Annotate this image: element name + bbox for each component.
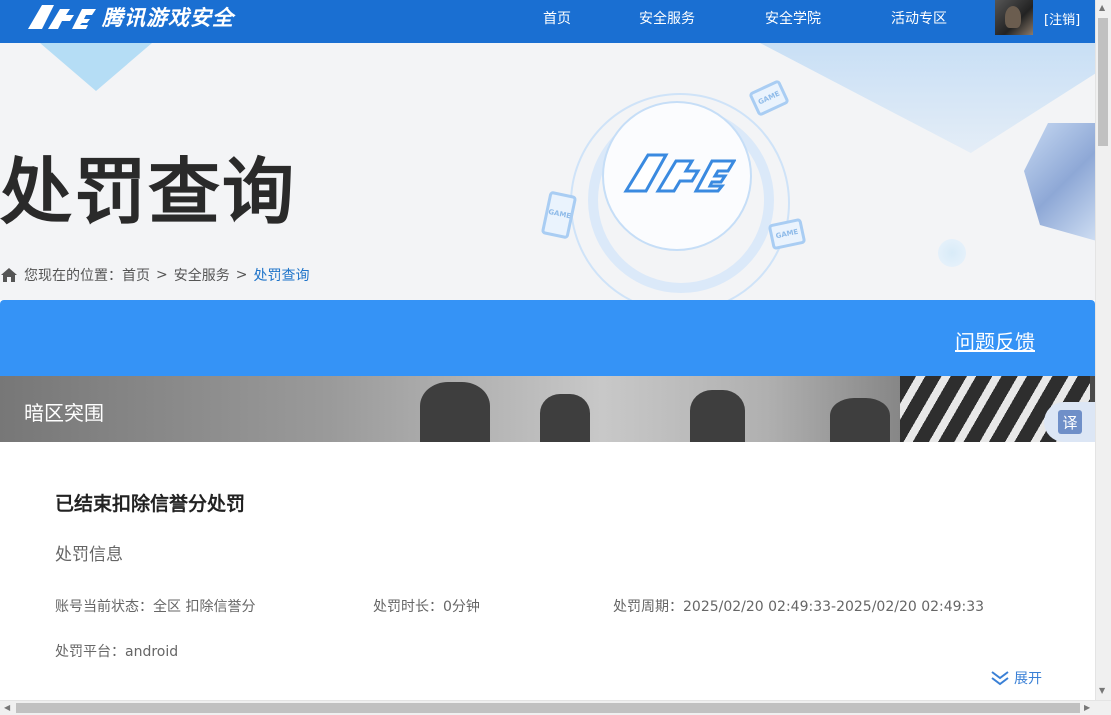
- scroll-right-arrow-icon[interactable]: ▶: [1084, 703, 1090, 712]
- breadcrumb-security-service[interactable]: 安全服务: [174, 265, 230, 285]
- field-value: 0分钟: [443, 599, 480, 615]
- banner-figure: [540, 394, 590, 442]
- field-period: 处罚周期：2025/02/20 02:49:33-2025/02/20 02:4…: [613, 596, 984, 616]
- decor-orb: [938, 239, 966, 267]
- field-value: android: [125, 644, 179, 660]
- nav-security-service[interactable]: 安全服务: [639, 8, 695, 28]
- field-label: 处罚周期：: [613, 599, 683, 615]
- decor-triangle: [40, 43, 152, 91]
- nav-events[interactable]: 活动专区: [891, 8, 947, 28]
- site-logo[interactable]: 腾讯游戏安全: [26, 3, 234, 31]
- scroll-up-arrow-icon[interactable]: ▲: [1099, 3, 1105, 12]
- ace-emblem-icon: [623, 153, 736, 193]
- field-label: 处罚平台：: [55, 644, 125, 660]
- penalty-section-label: 处罚信息: [55, 545, 123, 565]
- ace-logo-icon: [28, 5, 96, 29]
- expand-label: 展开: [1014, 671, 1042, 687]
- double-chevron-down-icon: [991, 671, 1009, 686]
- banner-figure: [420, 382, 490, 442]
- scroll-down-arrow-icon[interactable]: ▼: [1099, 686, 1105, 695]
- nav-security-academy[interactable]: 安全学院: [765, 8, 821, 28]
- nav-home[interactable]: 首页: [543, 8, 571, 28]
- feedback-link[interactable]: 问题反馈: [955, 326, 1035, 355]
- logout-link[interactable]: [注销]: [1044, 9, 1080, 28]
- avatar[interactable]: [995, 0, 1033, 35]
- banner-figure: [690, 390, 745, 442]
- game-name: 暗区突围: [24, 401, 104, 425]
- penalty-status-title: 已结束扣除信誉分处罚: [55, 493, 246, 515]
- field-duration: 处罚时长：0分钟: [373, 596, 480, 616]
- field-value: 2025/02/20 02:49:33-2025/02/20 02:49:33: [683, 599, 985, 615]
- field-value: 全区 扣除信誉分: [153, 599, 256, 615]
- action-bar: 问题反馈: [0, 300, 1095, 376]
- home-icon: [1, 268, 17, 282]
- translate-button[interactable]: 译: [1044, 402, 1096, 442]
- game-card-icon: GAME: [540, 190, 578, 240]
- translate-icon: 译: [1058, 410, 1082, 434]
- banner-figure: [830, 398, 890, 442]
- hero-banner: GAME GAME GAME 处罚查询 您现在的位置： 首页 > 安全服务 > …: [0, 43, 1095, 300]
- expand-button[interactable]: 展开: [990, 668, 1042, 688]
- logo-text: 腾讯游戏安全: [102, 6, 234, 30]
- field-label: 账号当前状态：: [55, 599, 153, 615]
- field-platform: 处罚平台：android: [55, 641, 178, 661]
- decor-statue: [1024, 123, 1095, 243]
- game-card-icon: GAME: [767, 217, 807, 251]
- field-label: 处罚时长：: [373, 599, 443, 615]
- scroll-left-arrow-icon[interactable]: ◀: [4, 703, 10, 712]
- page-title: 处罚查询: [0, 150, 297, 234]
- breadcrumb-separator: >: [156, 267, 168, 283]
- vertical-scroll-thumb[interactable]: [1098, 18, 1108, 146]
- breadcrumb-separator: >: [235, 267, 248, 283]
- breadcrumb-prefix: 您现在的位置：: [24, 268, 122, 284]
- breadcrumb-home[interactable]: 首页: [122, 265, 150, 285]
- breadcrumb-current: 处罚查询: [253, 268, 310, 284]
- horizontal-scroll-thumb[interactable]: [16, 703, 1080, 713]
- game-card-icon: GAME: [748, 79, 790, 117]
- top-header: 腾讯游戏安全 首页 安全服务 安全学院 活动专区 [注销]: [0, 0, 1095, 43]
- breadcrumb: 您现在的位置： 首页 > 安全服务 > 处罚查询: [0, 265, 309, 285]
- field-account-status: 账号当前状态：全区 扣除信誉分: [55, 596, 255, 616]
- game-banner: 暗区突围: [0, 376, 1095, 442]
